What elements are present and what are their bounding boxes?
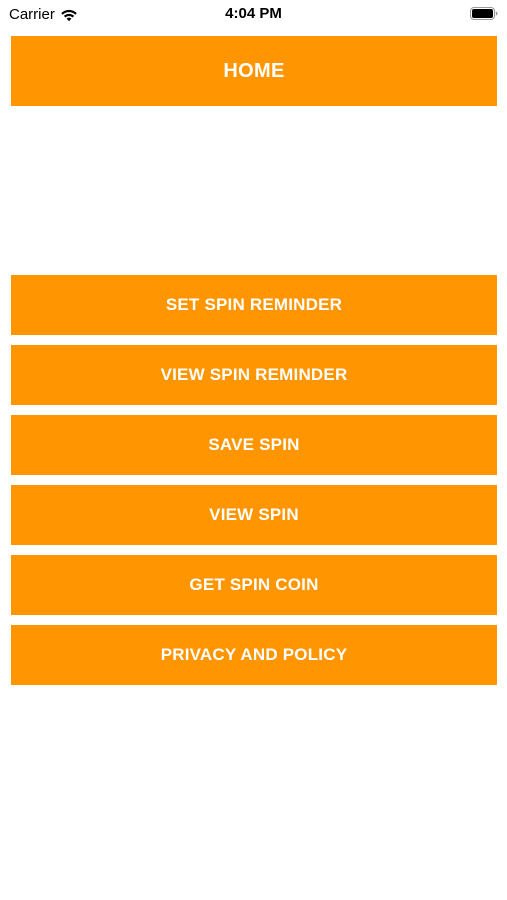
privacy-and-policy-label: PRIVACY AND POLICY xyxy=(160,645,348,664)
menu-list: SET SPIN REMINDER VIEW SPIN REMINDER SAV… xyxy=(11,275,497,695)
get-spin-coin-label: GET SPIN COIN xyxy=(189,575,319,594)
privacy-and-policy-button[interactable]: PRIVACY AND POLICY xyxy=(11,625,497,685)
save-spin-label: SAVE SPIN xyxy=(208,435,300,454)
view-spin-reminder-label: VIEW SPIN REMINDER xyxy=(160,365,348,384)
status-bar: Carrier 4:04 PM xyxy=(0,0,507,28)
view-spin-button[interactable]: VIEW SPIN xyxy=(11,485,497,545)
view-spin-label: VIEW SPIN xyxy=(209,505,299,524)
battery-icon xyxy=(470,7,498,20)
set-spin-reminder-button[interactable]: SET SPIN REMINDER xyxy=(11,275,497,335)
page-title: HOME xyxy=(223,59,285,82)
save-spin-button[interactable]: SAVE SPIN xyxy=(11,415,497,475)
get-spin-coin-button[interactable]: GET SPIN COIN xyxy=(11,555,497,615)
header-bar: HOME xyxy=(11,36,497,106)
set-spin-reminder-label: SET SPIN REMINDER xyxy=(165,295,343,314)
view-spin-reminder-button[interactable]: VIEW SPIN REMINDER xyxy=(11,345,497,405)
status-time: 4:04 PM xyxy=(225,5,282,22)
